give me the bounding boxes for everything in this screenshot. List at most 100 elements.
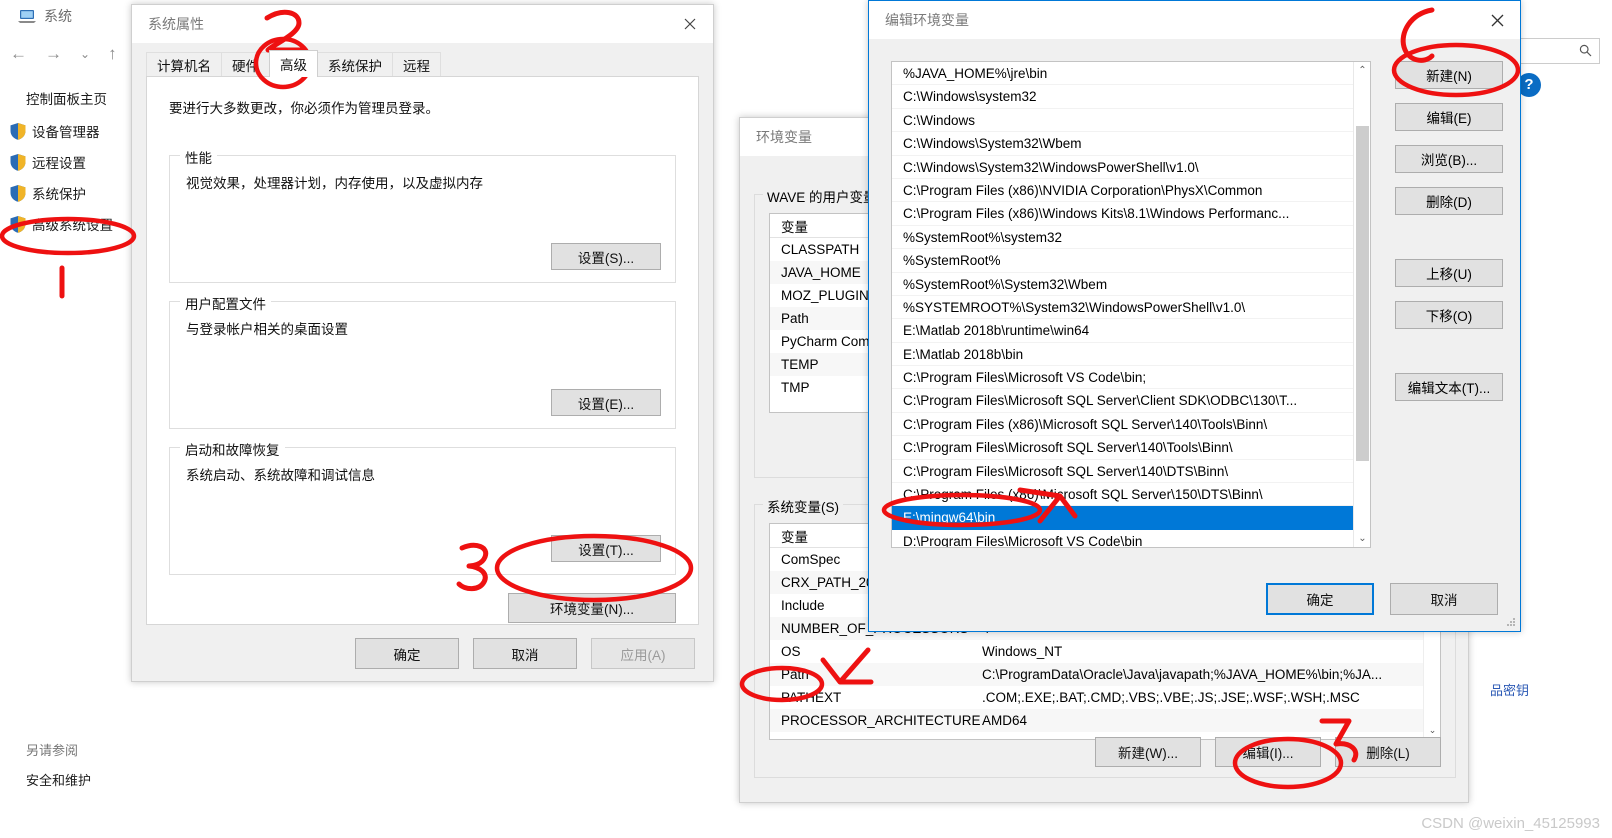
cell-variable: PATHEXT xyxy=(781,690,842,705)
user-profiles-settings-button[interactable]: 设置(E)... xyxy=(551,389,661,416)
list-item[interactable]: C:\Program Files (x86)\NVIDIA Corporatio… xyxy=(892,179,1370,203)
apply-button[interactable]: 应用(A) xyxy=(591,638,695,669)
control-panel-sidebar: 控制面板主页 设备管理器 远程设置 系统保护 高级系统设置 xyxy=(10,88,150,245)
shield-icon xyxy=(10,122,26,140)
list-item[interactable]: %SystemRoot% xyxy=(892,249,1370,273)
list-item[interactable]: C:\Program Files\Microsoft SQL Server\Cl… xyxy=(892,389,1370,413)
see-also-header: 另请参阅 xyxy=(26,743,79,758)
table-row[interactable]: PATHEXT .COM;.EXE;.BAT;.CMD;.VBS;.VBE;.J… xyxy=(770,686,1440,709)
scrollbar-thumb[interactable] xyxy=(1356,126,1369,461)
cell-variable: Path xyxy=(781,667,809,682)
cell-value: Windows_NT xyxy=(982,644,1063,659)
table-row[interactable]: Path C:\ProgramData\Oracle\Java\javapath… xyxy=(770,663,1440,686)
list-item[interactable]: D:\Program Files\Microsoft VS Code\bin xyxy=(892,530,1370,547)
dialog-title-text: 编辑环境变量 xyxy=(885,12,969,28)
table-row[interactable]: PROCESSOR_ARCHITECTURE AMD64 xyxy=(770,709,1440,732)
move-up-button[interactable]: 上移(U) xyxy=(1395,259,1503,287)
cell-value: C:\ProgramData\Oracle\Java\javapath;%JAV… xyxy=(982,667,1383,682)
edit-system-variable-button[interactable]: 编辑(I)... xyxy=(1215,737,1321,767)
group-user-profiles: 用户配置文件 与登录帐户相关的桌面设置 设置(E)... xyxy=(169,293,676,429)
close-icon[interactable] xyxy=(1474,1,1520,39)
list-item[interactable]: C:\Program Files\Microsoft SQL Server\14… xyxy=(892,460,1370,484)
system-properties-dialog: 系统属性 计算机名 硬件 高级 系统保护 远程 要进行大多数更改，你必须作为管理… xyxy=(131,4,714,682)
product-key-link[interactable]: 品密钥 xyxy=(1490,680,1529,699)
ok-button[interactable]: 确定 xyxy=(355,638,459,669)
group-description: 与登录帐户相关的桌面设置 xyxy=(186,322,348,337)
browse-path-button[interactable]: 浏览(B)... xyxy=(1395,145,1503,173)
sidebar-item-advanced-system-settings[interactable]: 高级系统设置 xyxy=(10,214,150,234)
performance-settings-button[interactable]: 设置(S)... xyxy=(551,243,661,270)
environment-variables-button[interactable]: 环境变量(N)... xyxy=(508,593,676,623)
list-item[interactable]: C:\Program Files (x86)\Microsoft SQL Ser… xyxy=(892,413,1370,437)
group-legend: 系统变量(S) xyxy=(763,496,843,516)
control-panel-title-text: 系统 xyxy=(44,8,72,24)
chevron-up-icon[interactable]: ⌃ xyxy=(1354,62,1370,79)
search-icon xyxy=(1579,44,1592,57)
tabstrip: 计算机名 硬件 高级 系统保护 远程 xyxy=(146,50,441,77)
list-item[interactable]: C:\Program Files (x86)\Windows Kits\8.1\… xyxy=(892,202,1370,226)
list-item[interactable]: E:\Matlab 2018b\bin xyxy=(892,343,1370,367)
list-item[interactable]: %SystemRoot%\System32\Wbem xyxy=(892,273,1370,296)
delete-system-variable-button[interactable]: 删除(L) xyxy=(1335,737,1441,767)
recent-locations-button[interactable]: ⌄ xyxy=(80,47,90,61)
list-item[interactable]: C:\Windows\system32 xyxy=(892,85,1370,109)
see-also-link-security-maintenance[interactable]: 安全和维护 xyxy=(26,770,91,789)
dialog-footer: 确定 取消 xyxy=(1266,583,1498,615)
list-item[interactable]: E:\Matlab 2018b\runtime\win64 xyxy=(892,319,1370,343)
sidebar-item-device-manager[interactable]: 设备管理器 xyxy=(10,121,150,141)
tab-system-protection[interactable]: 系统保护 xyxy=(317,52,393,77)
list-item[interactable]: C:\Program Files (x86)\Microsoft SQL Ser… xyxy=(892,483,1370,507)
back-button[interactable]: ← xyxy=(10,44,27,64)
new-system-variable-button[interactable]: 新建(W)... xyxy=(1095,737,1201,767)
edit-path-button[interactable]: 编辑(E) xyxy=(1395,103,1503,131)
list-item[interactable]: C:\Windows xyxy=(892,109,1370,133)
startup-recovery-settings-button[interactable]: 设置(T)... xyxy=(551,535,661,562)
dialog-body: %JAVA_HOME%\jre\bin C:\Windows\system32 … xyxy=(869,39,1520,631)
shield-icon xyxy=(10,153,26,171)
dialog-titlebar: 系统属性 xyxy=(132,5,713,43)
edit-text-button[interactable]: 编辑文本(T)... xyxy=(1395,373,1503,401)
group-startup-recovery: 启动和故障恢复 系统启动、系统故障和调试信息 设置(T)... xyxy=(169,439,676,575)
tab-label: 高级 xyxy=(280,58,307,73)
sidebar-item-system-protection[interactable]: 系统保护 xyxy=(10,183,150,203)
list-item[interactable]: %SYSTEMROOT%\System32\WindowsPowerShell\… xyxy=(892,296,1370,320)
tab-computer-name[interactable]: 计算机名 xyxy=(146,52,222,77)
ok-button[interactable]: 确定 xyxy=(1266,583,1374,615)
resize-grip[interactable] xyxy=(1504,616,1516,628)
list-item[interactable]: C:\Windows\System32\WindowsPowerShell\v1… xyxy=(892,156,1370,179)
cell-value: .COM;.EXE;.BAT;.CMD;.VBS;.VBE;.JS;.JSE;.… xyxy=(982,690,1360,705)
list-item[interactable]: %SystemRoot%\system32 xyxy=(892,226,1370,250)
path-action-buttons: 新建(N) 编辑(E) 浏览(B)... 删除(D) 上移(U) 下移(O) 编… xyxy=(1395,61,1503,401)
tab-label: 硬件 xyxy=(232,59,259,74)
list-item[interactable]: C:\Program Files\Microsoft SQL Server\14… xyxy=(892,436,1370,460)
delete-path-button[interactable]: 删除(D) xyxy=(1395,187,1503,215)
group-legend: 用户配置文件 xyxy=(180,293,271,313)
list-item-selected[interactable]: E:\mingw64\bin xyxy=(892,506,1370,530)
tab-remote[interactable]: 远程 xyxy=(392,52,441,77)
list-item[interactable]: C:\Program Files\Microsoft VS Code\bin; xyxy=(892,366,1370,390)
cancel-button[interactable]: 取消 xyxy=(1390,583,1498,615)
sidebar-item-remote-settings[interactable]: 远程设置 xyxy=(10,152,150,172)
close-icon[interactable] xyxy=(667,5,713,43)
path-entries-list[interactable]: %JAVA_HOME%\jre\bin C:\Windows\system32 … xyxy=(891,61,1371,548)
admin-hint-text: 要进行大多数更改，你必须作为管理员登录。 xyxy=(169,101,439,116)
edit-environment-variable-dialog: 编辑环境变量 %JAVA_HOME%\jre\bin C:\Windows\sy… xyxy=(868,0,1521,632)
path-list-scrollbar[interactable]: ⌃ ⌄ xyxy=(1353,62,1370,547)
watermark: CSDN @weixin_45125993 xyxy=(1421,815,1600,832)
dialog-title-text: 系统属性 xyxy=(148,16,204,32)
up-button[interactable]: ↑ xyxy=(108,44,117,64)
list-item[interactable]: %JAVA_HOME%\jre\bin xyxy=(892,62,1370,86)
tab-label: 计算机名 xyxy=(157,59,211,74)
new-path-button[interactable]: 新建(N) xyxy=(1395,61,1503,89)
dialog-titlebar: 编辑环境变量 xyxy=(869,1,1520,39)
table-row[interactable]: OS Windows_NT xyxy=(770,640,1440,663)
cancel-button[interactable]: 取消 xyxy=(473,638,577,669)
shield-icon xyxy=(10,215,26,233)
list-item[interactable]: C:\Windows\System32\Wbem xyxy=(892,132,1370,156)
tab-hardware[interactable]: 硬件 xyxy=(221,52,270,77)
forward-button[interactable]: → xyxy=(45,44,62,64)
chevron-down-icon[interactable]: ⌄ xyxy=(1354,530,1370,547)
cell-variable: OS xyxy=(781,644,801,659)
tab-advanced[interactable]: 高级 xyxy=(269,50,318,77)
move-down-button[interactable]: 下移(O) xyxy=(1395,301,1503,329)
